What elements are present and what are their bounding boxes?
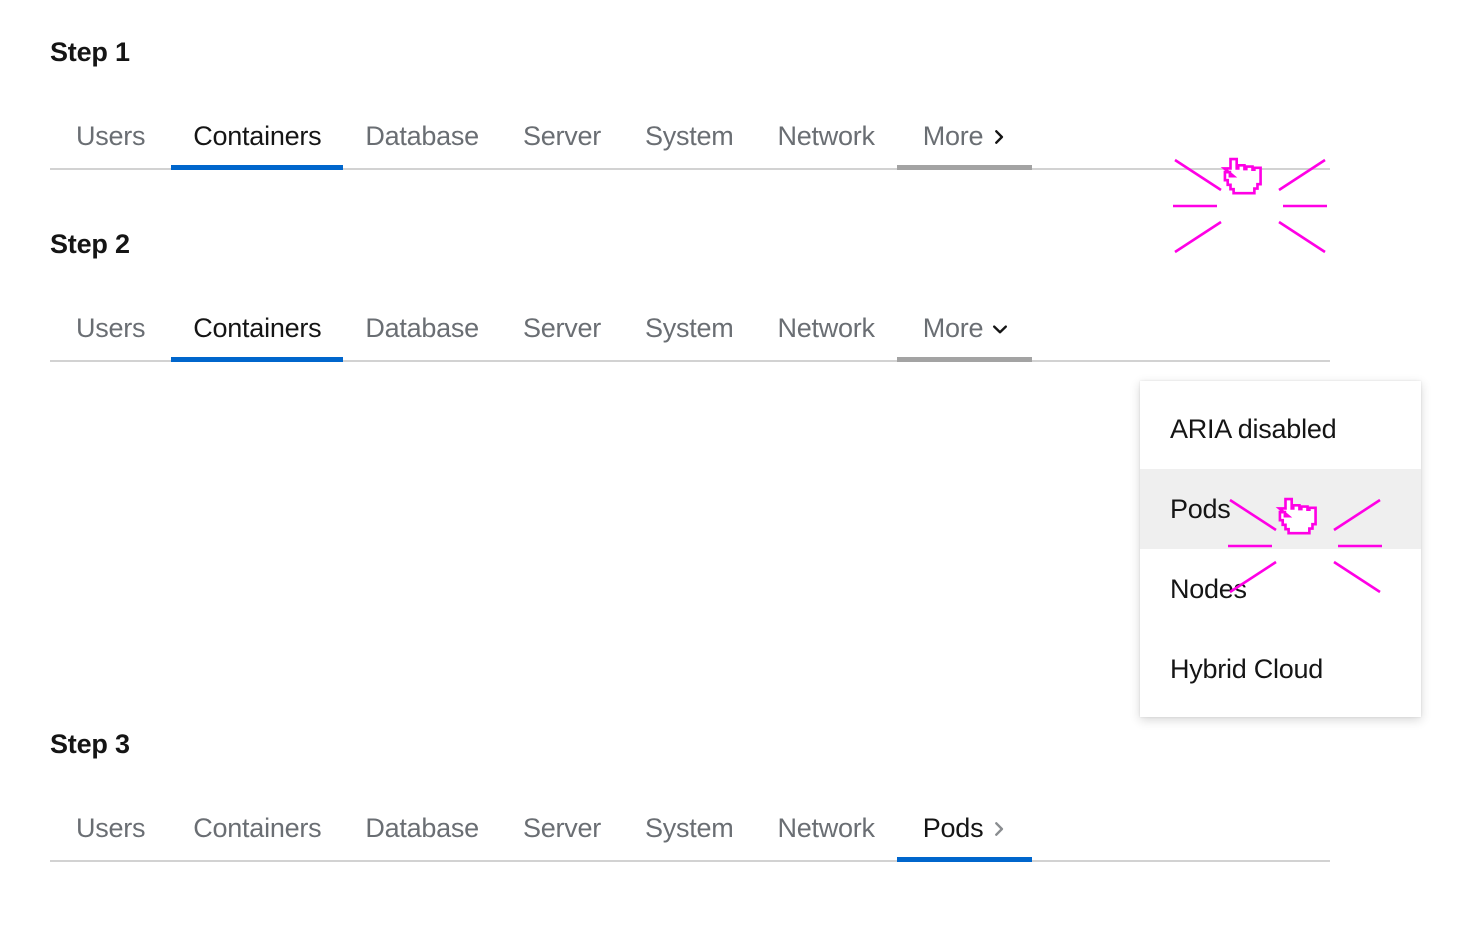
tab-containers[interactable]: Containers [171, 300, 343, 358]
tab-label: Containers [193, 123, 321, 150]
tab-system[interactable]: System [623, 800, 756, 858]
tab-label: Containers [193, 315, 321, 342]
tab-database[interactable]: Database [343, 300, 501, 358]
tab-network[interactable]: Network [756, 300, 897, 358]
tab-network[interactable]: Network [756, 800, 897, 858]
tab-label: Server [523, 123, 601, 150]
tab-label: Pods [923, 815, 984, 842]
more-dropdown-menu[interactable]: ARIA disabled Pods Nodes Hybrid Cloud [1140, 381, 1421, 717]
menu-item-pods[interactable]: Pods [1140, 469, 1421, 549]
step-3-section: Step 3 Users Containers Database Server … [0, 730, 1470, 862]
chevron-right-icon [992, 822, 1006, 836]
tab-label: Database [365, 123, 479, 150]
tab-server[interactable]: Server [501, 300, 623, 358]
tab-label: Network [778, 315, 875, 342]
menu-item-nodes[interactable]: Nodes [1140, 549, 1421, 629]
tab-label: Server [523, 315, 601, 342]
tab-label: Database [365, 315, 479, 342]
tab-pods[interactable]: Pods [897, 800, 1033, 858]
chevron-down-icon [992, 322, 1006, 336]
tab-network[interactable]: Network [756, 108, 897, 166]
tab-system[interactable]: System [623, 300, 756, 358]
menu-item-label: Hybrid Cloud [1170, 654, 1323, 685]
tab-more[interactable]: More [897, 108, 1033, 166]
tab-label: System [645, 815, 734, 842]
tab-system[interactable]: System [623, 108, 756, 166]
step-3-title: Step 3 [50, 730, 1470, 760]
tab-label: System [645, 315, 734, 342]
tab-containers[interactable]: Containers [171, 800, 343, 858]
menu-item-label: Pods [1170, 494, 1231, 525]
tab-label: Users [76, 123, 145, 150]
tab-label: Network [778, 815, 875, 842]
step-2-section: Step 2 Users Containers Database Server … [0, 230, 1470, 362]
tab-label: System [645, 123, 734, 150]
tab-more[interactable]: More [897, 300, 1033, 358]
tab-label: Server [523, 815, 601, 842]
menu-item-label: Nodes [1170, 574, 1247, 605]
step-1-tabs: Users Containers Database Server System … [50, 108, 1330, 170]
tab-server[interactable]: Server [501, 800, 623, 858]
tab-server[interactable]: Server [501, 108, 623, 166]
step-1-title: Step 1 [50, 38, 1470, 68]
step-2-tabs: Users Containers Database Server System … [50, 300, 1330, 362]
tab-database[interactable]: Database [343, 108, 501, 166]
menu-item-label: ARIA disabled [1170, 414, 1336, 445]
tab-label: Containers [193, 815, 321, 842]
tab-label: Database [365, 815, 479, 842]
menu-item-aria-disabled[interactable]: ARIA disabled [1140, 389, 1421, 469]
menu-item-hybrid-cloud[interactable]: Hybrid Cloud [1140, 629, 1421, 709]
tab-users[interactable]: Users [50, 800, 171, 858]
tab-label: More [923, 315, 984, 342]
step-2-title: Step 2 [50, 230, 1470, 260]
step-1-section: Step 1 Users Containers Database Server … [0, 38, 1470, 170]
page-root: Step 1 Users Containers Database Server … [0, 0, 1470, 928]
step-3-tabs: Users Containers Database Server System … [50, 800, 1330, 862]
tab-label: Network [778, 123, 875, 150]
tab-users[interactable]: Users [50, 108, 171, 166]
tab-label: Users [76, 315, 145, 342]
tab-users[interactable]: Users [50, 300, 171, 358]
tab-containers[interactable]: Containers [171, 108, 343, 166]
tab-label: More [923, 123, 984, 150]
tab-label: Users [76, 815, 145, 842]
chevron-right-icon [992, 130, 1006, 144]
tab-database[interactable]: Database [343, 800, 501, 858]
